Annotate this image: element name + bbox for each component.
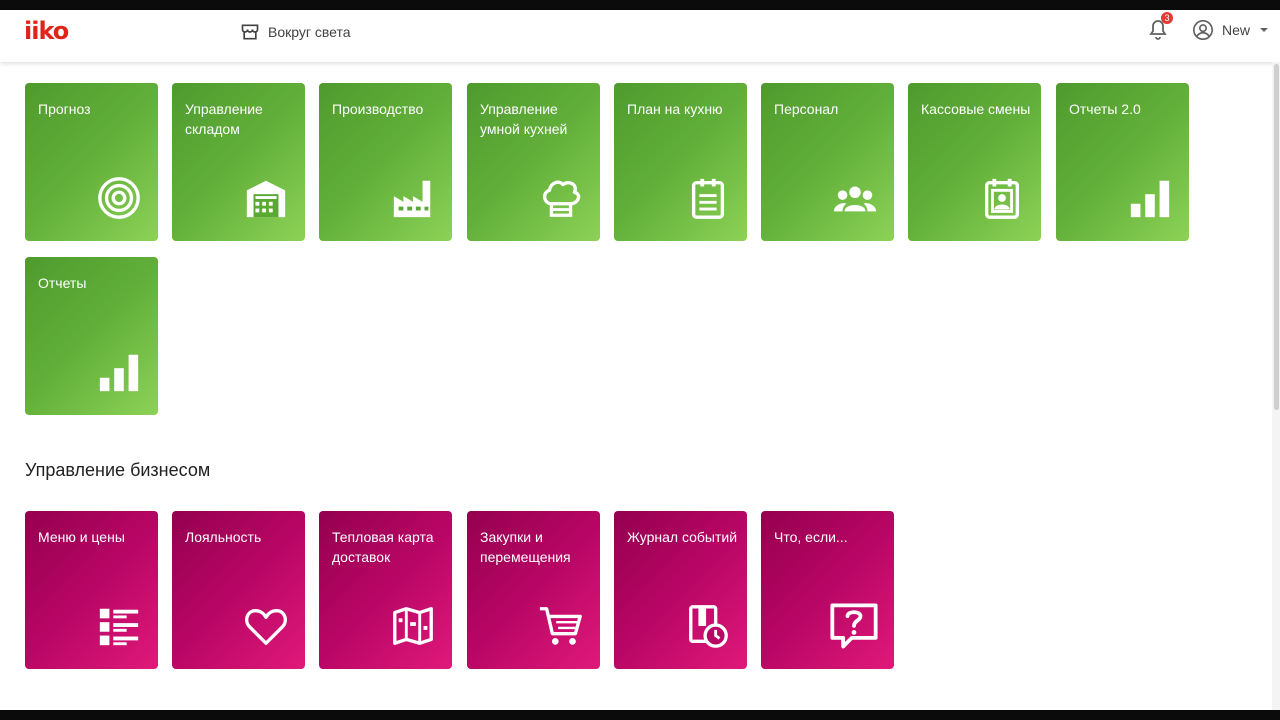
tile-label: Отчеты [38, 275, 87, 291]
tile-label: План на кухню [627, 101, 723, 117]
tile-label: Меню и цены [38, 529, 125, 545]
tile-what-if[interactable]: Что, если... [761, 511, 894, 669]
tile-label: Что, если... [774, 529, 848, 545]
tile-label: Производство [332, 101, 424, 117]
scrollbar-thumb[interactable] [1274, 64, 1279, 410]
target-icon [98, 177, 140, 219]
tile-label: Кассовые смены [921, 101, 1031, 117]
tile-menu-prices[interactable]: Меню и цены [25, 511, 158, 669]
store-name: Вокруг света [268, 24, 351, 40]
tile-label: Лояльность [185, 529, 262, 545]
app-header: iiko Вокруг света 3 New [0, 10, 1280, 62]
bar-chart-icon [1130, 180, 1170, 218]
heart-icon [245, 608, 287, 645]
tile-kitchen-plan[interactable]: План на кухню [614, 83, 747, 241]
store-icon [241, 24, 259, 40]
map-icon [393, 607, 433, 645]
tile-label: Тепловая карта доставок [332, 529, 434, 565]
tile-label: Управление умной кухней [480, 101, 568, 137]
tile-event-log[interactable]: Журнал событий [614, 511, 747, 669]
bottom-frame-bar [0, 710, 1280, 720]
factory-icon [393, 180, 431, 218]
iiko-logo[interactable]: iiko [24, 18, 69, 44]
chef-hat-icon [543, 180, 581, 217]
tile-loyalty[interactable]: Лояльность [172, 511, 305, 669]
badge-icon [984, 178, 1020, 219]
tile-warehouse[interactable]: Управление складом [172, 83, 305, 241]
tile-purchases[interactable]: Закупки и перемещения [467, 511, 600, 669]
user-menu[interactable]: New [1192, 19, 1270, 41]
tile-label: Прогноз [38, 101, 91, 117]
question-chat-icon [830, 603, 878, 649]
tile-label: Закупки и перемещения [480, 529, 571, 565]
warehouse-icon [246, 180, 286, 218]
tile-staff[interactable]: Персонал [761, 83, 894, 241]
section-title-business: Управление бизнесом [25, 460, 211, 480]
list-icon [99, 608, 139, 646]
people-icon [833, 186, 877, 212]
tile-smart-kitchen[interactable]: Управление умной кухней [467, 83, 600, 241]
tile-reports[interactable]: Отчеты [25, 257, 158, 415]
chevron-down-icon [1260, 28, 1269, 32]
tile-label: Персонал [774, 101, 839, 117]
log-clock-icon [689, 605, 728, 648]
bar-chart-icon [99, 354, 139, 392]
tile-delivery-heatmap[interactable]: Тепловая карта доставок [319, 511, 452, 669]
notification-badge: 3 [1161, 12, 1173, 24]
tile-label: Отчеты 2.0 [1069, 101, 1141, 117]
tile-production[interactable]: Производство [319, 83, 452, 241]
tile-label: Журнал событий [627, 529, 738, 545]
top-frame-bar [0, 0, 1280, 10]
store-selector[interactable]: Вокруг света [240, 20, 351, 44]
user-name: New [1222, 22, 1251, 38]
tile-forecast[interactable]: Прогноз [25, 83, 158, 241]
user-avatar-icon [1193, 20, 1213, 40]
tile-label: Управление складом [185, 101, 263, 137]
cart-icon [539, 607, 582, 645]
tile-cash-shifts[interactable]: Кассовые смены [908, 83, 1041, 241]
tile-reports-2[interactable]: Отчеты 2.0 [1056, 83, 1189, 241]
clipboard-icon [691, 178, 725, 219]
